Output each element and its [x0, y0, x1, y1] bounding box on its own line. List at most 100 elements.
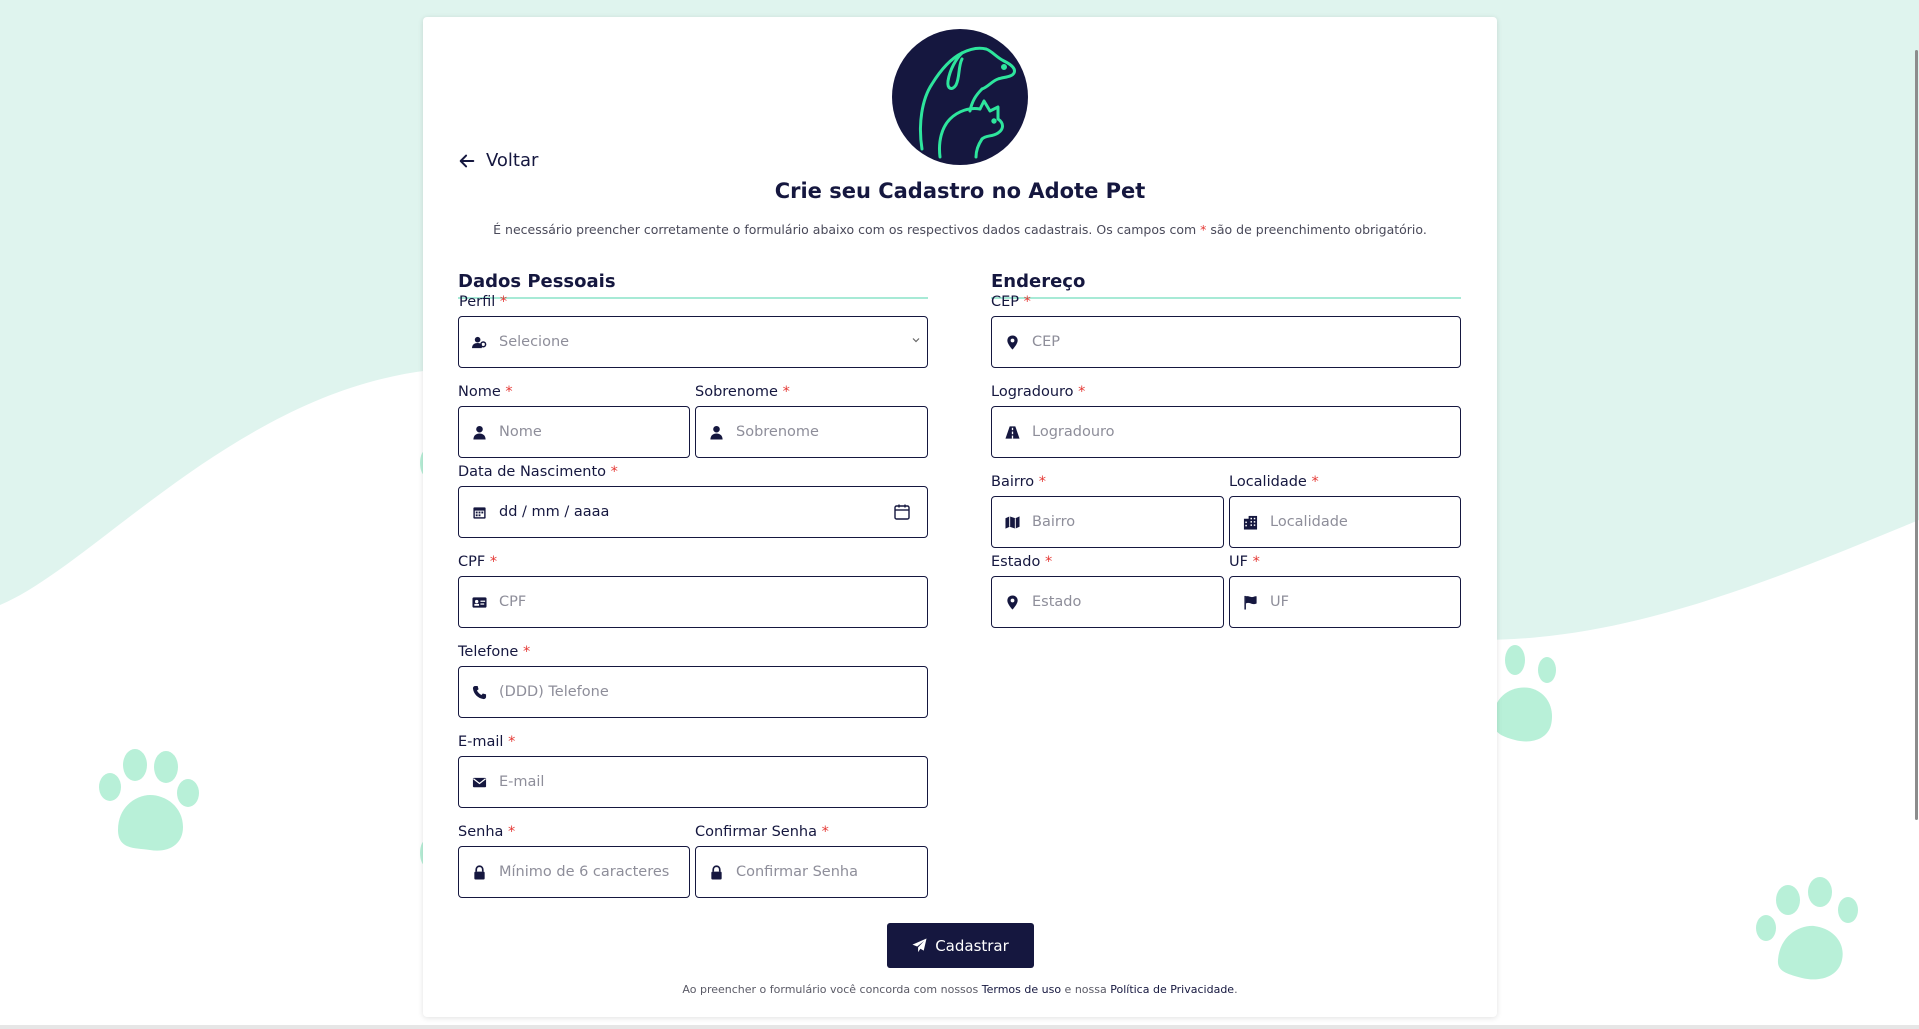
perfil-label-text: Perfil — [459, 294, 496, 310]
section-title-personal: Dados Pessoais — [458, 271, 616, 292]
paw-print-icon — [1756, 877, 1858, 980]
footer-text-end: . — [1234, 983, 1238, 996]
cadastrar-button[interactable]: Cadastrar — [887, 923, 1034, 968]
nascimento-label-text: Data de Nascimento — [458, 464, 607, 480]
nome-label-text: Nome — [458, 384, 501, 400]
uf-label: UF * — [1229, 554, 1260, 570]
bairro-label-text: Bairro — [991, 474, 1035, 490]
logradouro-field[interactable] — [991, 406, 1461, 458]
subtitle-text: É necessário preencher corretamente o fo… — [493, 222, 1201, 237]
telefone-label: Telefone * — [458, 644, 530, 660]
calendar-picker-icon[interactable] — [893, 503, 911, 521]
cep-input[interactable] — [1032, 317, 1460, 367]
sobrenome-label: Sobrenome * — [695, 384, 790, 400]
localidade-label: Localidade * — [1229, 474, 1319, 490]
uf-label-text: UF — [1229, 554, 1248, 570]
section-title-address: Endereço — [991, 271, 1086, 292]
paper-plane-icon — [912, 938, 927, 953]
required-mark: * — [1023, 294, 1031, 310]
nome-label: Nome * — [458, 384, 513, 400]
senha-label-text: Senha — [458, 824, 504, 840]
nascimento-label: Data de Nascimento * — [458, 464, 618, 480]
telefone-field[interactable] — [458, 666, 928, 718]
nome-input[interactable] — [499, 407, 689, 457]
telefone-input[interactable] — [499, 667, 927, 717]
required-mark: * — [782, 384, 790, 400]
nascimento-date-field[interactable]: dd / mm / aaaa — [458, 486, 928, 538]
user-icon — [708, 424, 724, 440]
cpf-label-text: CPF — [458, 554, 486, 570]
estado-input[interactable] — [1032, 577, 1223, 627]
lock-icon — [708, 864, 724, 880]
section-divider — [458, 297, 928, 299]
localidade-label-text: Localidade — [1229, 474, 1307, 490]
cep-label-text: CEP — [991, 294, 1020, 310]
email-field[interactable] — [458, 756, 928, 808]
subtitle-text-end: são de preenchimento obrigatório. — [1206, 222, 1427, 237]
privacy-policy-link[interactable]: Política de Privacidade — [1110, 983, 1234, 996]
paw-print-icon — [99, 749, 199, 851]
lock-icon — [471, 864, 487, 880]
section-divider — [991, 297, 1461, 299]
logradouro-label-text: Logradouro — [991, 384, 1074, 400]
map-marker-icon — [1004, 594, 1020, 610]
required-mark: * — [505, 384, 513, 400]
required-mark: * — [508, 734, 516, 750]
uf-input[interactable] — [1270, 577, 1460, 627]
required-mark: * — [489, 554, 498, 570]
paw-print-icon — [1493, 645, 1556, 742]
confirmar-senha-input[interactable] — [736, 847, 927, 897]
bairro-input[interactable] — [1032, 497, 1223, 547]
cep-field[interactable] — [991, 316, 1461, 368]
sobrenome-input[interactable] — [736, 407, 927, 457]
back-link-label: Voltar — [486, 150, 539, 171]
logradouro-input[interactable] — [1032, 407, 1460, 457]
dog-cat-logo-icon — [918, 46, 1016, 159]
localidade-field[interactable] — [1229, 496, 1461, 548]
perfil-selected-value: Selecione — [499, 334, 570, 350]
cpf-input[interactable] — [499, 577, 927, 627]
email-input[interactable] — [499, 757, 927, 807]
road-icon — [1004, 424, 1020, 440]
adote-pet-logo — [892, 29, 1028, 165]
senha-input[interactable] — [499, 847, 689, 897]
cep-label: CEP * — [991, 294, 1031, 310]
page-subtitle: É necessário preencher corretamente o fo… — [423, 222, 1497, 237]
chevron-down-icon — [912, 338, 920, 343]
estado-label-text: Estado — [991, 554, 1041, 570]
required-mark: * — [1078, 384, 1086, 400]
perfil-label: Perfil * — [459, 294, 507, 310]
id-card-icon — [471, 594, 487, 610]
building-icon — [1242, 514, 1258, 530]
map-icon — [1004, 514, 1020, 530]
flag-icon — [1242, 594, 1258, 610]
senha-field[interactable] — [458, 846, 690, 898]
terms-of-use-link[interactable]: Termos de uso — [982, 983, 1061, 996]
telefone-label-text: Telefone — [458, 644, 519, 660]
cpf-label: CPF * — [458, 554, 497, 570]
uf-field[interactable] — [1229, 576, 1461, 628]
localidade-input[interactable] — [1270, 497, 1460, 547]
bairro-field[interactable] — [991, 496, 1224, 548]
perfil-select[interactable]: Selecione — [458, 316, 928, 368]
required-mark: * — [1044, 554, 1053, 570]
sobrenome-field[interactable] — [695, 406, 928, 458]
arrow-left-icon — [459, 154, 475, 167]
required-mark: * — [508, 824, 516, 840]
scrollbar[interactable] — [1913, 0, 1919, 1029]
required-mark: * — [821, 824, 829, 840]
nascimento-value: dd / mm / aaaa — [499, 504, 610, 520]
confirmar-senha-label-text: Confirmar Senha — [695, 824, 817, 840]
scrollbar-thumb[interactable] — [1915, 50, 1918, 820]
email-label: E-mail * — [458, 734, 515, 750]
nome-field[interactable] — [458, 406, 690, 458]
required-mark: * — [610, 464, 618, 480]
estado-field[interactable] — [991, 576, 1224, 628]
cpf-field[interactable] — [458, 576, 928, 628]
confirmar-senha-field[interactable] — [695, 846, 928, 898]
email-label-text: E-mail — [458, 734, 504, 750]
back-link[interactable]: Voltar — [458, 150, 538, 171]
cadastrar-button-label: Cadastrar — [935, 936, 1009, 955]
footer-terms-text: Ao preencher o formulário você concorda … — [423, 983, 1497, 996]
confirmar-senha-label: Confirmar Senha * — [695, 824, 829, 840]
